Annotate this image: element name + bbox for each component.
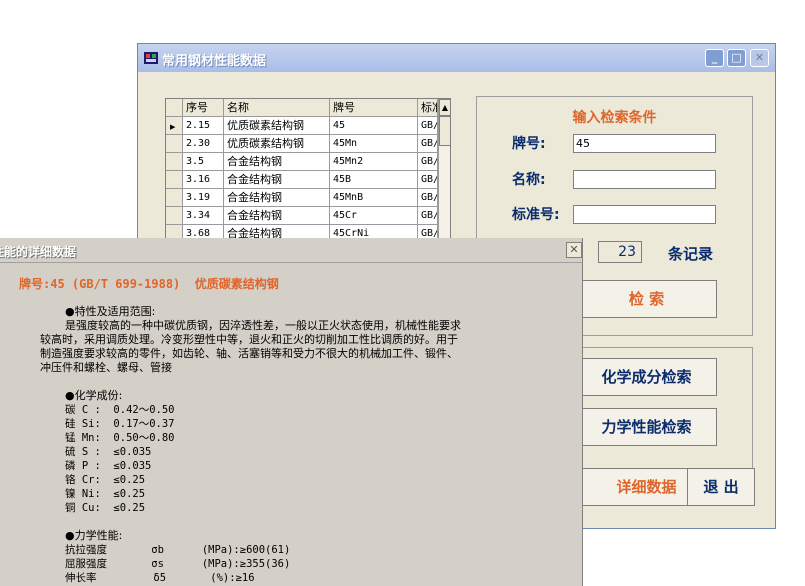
cell-no[interactable]: 2.30 bbox=[183, 135, 224, 153]
column-header-standard[interactable]: 标准 bbox=[418, 99, 438, 117]
scroll-thumb[interactable] bbox=[439, 116, 450, 146]
grid-header: 序号 名称 牌号 标准 bbox=[166, 99, 438, 117]
cell-no[interactable]: 2.15 bbox=[183, 117, 224, 135]
minimize-button[interactable]: _ bbox=[705, 49, 724, 67]
row-selector[interactable] bbox=[166, 135, 183, 153]
row-selector[interactable] bbox=[166, 207, 183, 225]
mechanical-section-title: ●力学性能: bbox=[65, 529, 123, 542]
grade-input[interactable]: 45 bbox=[573, 134, 716, 153]
table-row[interactable]: 3.19 合金结构钢 45MnB GB/ bbox=[166, 189, 438, 207]
standard-label: 标准号: bbox=[512, 207, 560, 223]
name-input[interactable] bbox=[573, 170, 716, 189]
close-button[interactable]: ✕ bbox=[750, 49, 769, 67]
row-selector[interactable] bbox=[166, 153, 183, 171]
table-row[interactable]: ▶ 2.15 优质碳素结构钢 45 GB/ bbox=[166, 117, 438, 135]
detail-close-icon[interactable]: ✕ bbox=[566, 242, 582, 258]
table-row[interactable]: 3.34 合金结构钢 45Cr GB/ bbox=[166, 207, 438, 225]
cell-standard[interactable]: GB/ bbox=[418, 135, 438, 153]
cell-name[interactable]: 合金结构钢 bbox=[224, 153, 330, 171]
cell-name[interactable]: 合金结构钢 bbox=[224, 189, 330, 207]
cell-standard[interactable]: GB/ bbox=[418, 171, 438, 189]
standard-input[interactable] bbox=[573, 205, 716, 224]
cell-name[interactable]: 优质碳素结构钢 bbox=[224, 135, 330, 153]
name-label: 名称: bbox=[512, 172, 546, 188]
table-row[interactable]: 2.30 优质碳素结构钢 45Mn GB/ bbox=[166, 135, 438, 153]
column-header-name[interactable]: 名称 bbox=[224, 99, 330, 117]
cell-no[interactable]: 3.34 bbox=[183, 207, 224, 225]
detail-title-bar[interactable]: 性能的详细数据 ✕ bbox=[0, 238, 582, 263]
chemical-composition-search-button[interactable]: 化学成分检索 bbox=[576, 358, 717, 396]
cell-standard[interactable]: GB/ bbox=[418, 117, 438, 135]
chemistry-line: 铜 Cu: ≤0.25 bbox=[65, 502, 146, 514]
chemistry-line: 碳 C : 0.42～0.50 bbox=[65, 404, 175, 416]
cell-name[interactable]: 合金结构钢 bbox=[224, 207, 330, 225]
scroll-up-icon[interactable]: ▲ bbox=[439, 99, 450, 116]
cell-standard[interactable]: GB/ bbox=[418, 207, 438, 225]
column-header-no[interactable]: 序号 bbox=[183, 99, 224, 117]
table-row[interactable]: 3.16 合金结构钢 45B GB/ bbox=[166, 171, 438, 189]
mechanical-line: 伸长率 δ5 (%):≥16 bbox=[65, 572, 255, 584]
chemistry-line: 硅 Si: 0.17～0.37 bbox=[65, 418, 175, 430]
cell-no[interactable]: 3.16 bbox=[183, 171, 224, 189]
row-selector[interactable] bbox=[166, 189, 183, 207]
column-header-grade[interactable]: 牌号 bbox=[330, 99, 418, 117]
chemistry-line: 铬 Cr: ≤0.25 bbox=[65, 474, 146, 486]
record-count: 23 bbox=[598, 241, 642, 263]
current-row-marker-icon: ▶ bbox=[166, 117, 183, 135]
steel-data-grid[interactable]: 序号 名称 牌号 标准 ▶ 2.15 优质碳素结构钢 45 GB/ 2.30 优… bbox=[165, 98, 451, 244]
title-bar[interactable]: 常用钢材性能数据 _ □ ✕ bbox=[138, 44, 775, 72]
detail-window-title: 性能的详细数据 bbox=[0, 245, 77, 259]
row-selector-header bbox=[166, 99, 183, 117]
cell-standard[interactable]: GB/ bbox=[418, 189, 438, 207]
grid-vertical-scrollbar[interactable]: ▲ bbox=[438, 99, 450, 243]
record-count-label: 条记录 bbox=[668, 245, 714, 263]
search-button[interactable]: 检 索 bbox=[576, 280, 717, 318]
detail-window: 性能的详细数据 ✕ 牌号:45 (GB/T 699-1988) 优质碳素结构钢 … bbox=[0, 238, 583, 586]
usage-line: 制造强度要求较高的零件，如齿轮、轴、活塞销等和受力不很大的机械加工件、锻件、 bbox=[40, 347, 458, 360]
cell-grade[interactable]: 45B bbox=[330, 171, 418, 189]
usage-line: 较高时，采用调质处理。冷变形塑性中等，退火和正火的切削加工性比调质的好。用于 bbox=[40, 333, 458, 346]
table-row[interactable]: 3.5 合金结构钢 45Mn2 GB/ bbox=[166, 153, 438, 171]
search-heading: 输入检索条件 bbox=[572, 110, 657, 126]
cell-grade[interactable]: 45MnB bbox=[330, 189, 418, 207]
maximize-button[interactable]: □ bbox=[727, 49, 746, 67]
cell-grade[interactable]: 45Mn2 bbox=[330, 153, 418, 171]
cell-name[interactable]: 合金结构钢 bbox=[224, 171, 330, 189]
cell-grade[interactable]: 45 bbox=[330, 117, 418, 135]
usage-section-title: ●特性及适用范围: bbox=[65, 305, 156, 318]
chemistry-line: 锰 Mn: 0.50～0.80 bbox=[65, 432, 175, 444]
app-icon bbox=[144, 52, 158, 64]
chemistry-section-title: ●化学成份: bbox=[65, 389, 123, 402]
grade-label: 牌号: bbox=[512, 136, 546, 152]
cell-grade[interactable]: 45Cr bbox=[330, 207, 418, 225]
chemistry-line: 镍 Ni: ≤0.25 bbox=[65, 488, 146, 500]
mechanical-line: 抗拉强度 σb (MPa):≥600(61) bbox=[65, 544, 291, 556]
chemistry-line: 磷 P : ≤0.035 bbox=[65, 460, 152, 472]
detail-heading: 牌号:45 (GB/T 699-1988) 优质碳素结构钢 bbox=[19, 277, 279, 291]
exit-button[interactable]: 退 出 bbox=[687, 468, 755, 506]
cell-no[interactable]: 3.19 bbox=[183, 189, 224, 207]
cell-standard[interactable]: GB/ bbox=[418, 153, 438, 171]
mechanical-property-search-button[interactable]: 力学性能检索 bbox=[576, 408, 717, 446]
usage-line: 冲压件和螺栓、螺母、管接 bbox=[40, 361, 172, 374]
cell-name[interactable]: 优质碳素结构钢 bbox=[224, 117, 330, 135]
chemistry-line: 硫 S : ≤0.035 bbox=[65, 446, 152, 458]
cell-no[interactable]: 3.5 bbox=[183, 153, 224, 171]
mechanical-line: 屈服强度 σs (MPa):≥355(36) bbox=[65, 558, 291, 570]
cell-grade[interactable]: 45Mn bbox=[330, 135, 418, 153]
usage-line: 是强度较高的一种中碳优质钢，因淬透性差，一般以正火状态使用，机械性能要求 bbox=[65, 319, 461, 332]
window-title: 常用钢材性能数据 bbox=[162, 54, 267, 69]
row-selector[interactable] bbox=[166, 171, 183, 189]
